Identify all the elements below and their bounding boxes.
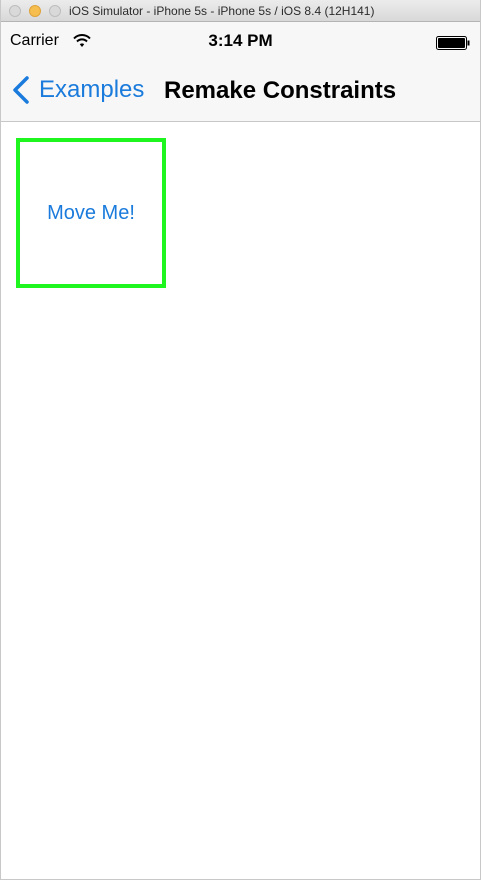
chevron-left-icon <box>13 76 29 104</box>
back-button[interactable]: Examples <box>11 72 144 108</box>
back-button-label: Examples <box>39 76 145 103</box>
zoom-window-button[interactable] <box>49 5 61 17</box>
status-time: 3:14 PM <box>208 31 273 50</box>
ios-status-bar: Carrier 3:14 PM <box>1 22 480 62</box>
move-me-label: Move Me! <box>47 201 135 224</box>
close-window-button[interactable] <box>9 5 21 17</box>
navigation-bar: Examples Remake Constraints <box>1 62 480 122</box>
minimize-window-button[interactable] <box>29 5 41 17</box>
page-title: Remake Constraints <box>164 77 397 104</box>
battery-full-icon <box>436 36 470 50</box>
move-me-button[interactable]: Move Me! <box>16 138 166 288</box>
content-area: Move Me! <box>1 122 480 879</box>
window-titlebar[interactable]: iOS Simulator - iPhone 5s - iPhone 5s / … <box>1 0 480 22</box>
simulator-window: iOS Simulator - iPhone 5s - iPhone 5s / … <box>0 0 481 880</box>
window-title: iOS Simulator - iPhone 5s - iPhone 5s / … <box>69 4 375 18</box>
